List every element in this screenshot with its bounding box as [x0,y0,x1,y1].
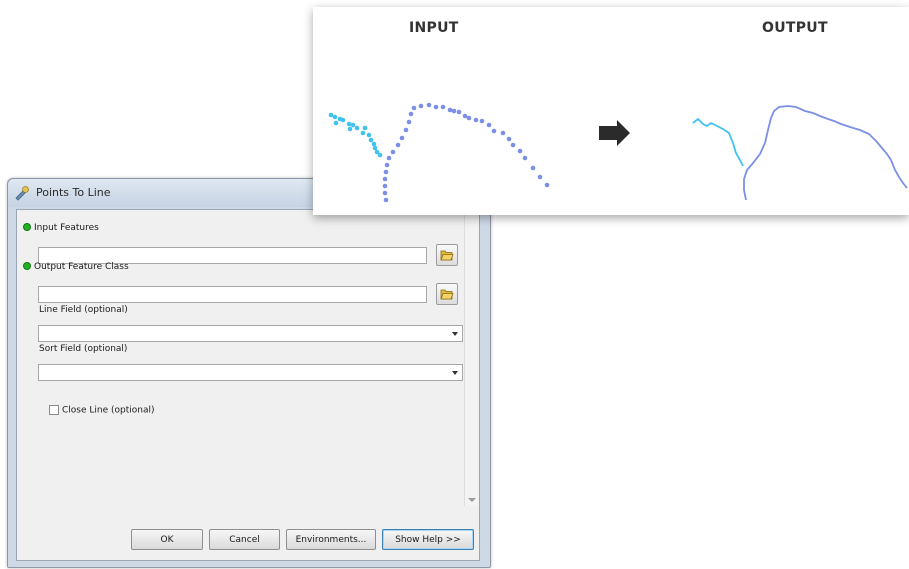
cancel-button[interactable]: Cancel [209,529,280,550]
input-points-blue [382,102,550,203]
output-line-blue [743,105,908,201]
points-to-line-dialog: Points To Line Input Features Output Fea… [7,178,491,568]
right-arrow-icon [599,120,630,146]
open-folder-icon [440,289,454,300]
vertical-scrollbar[interactable] [464,210,479,506]
input-features-label: Input Features [23,222,99,233]
required-indicator-icon [23,222,31,231]
diagram-canvas [328,102,908,203]
chevron-down-icon [452,371,458,375]
line-field-dropdown[interactable] [38,325,463,342]
sort-field-dropdown[interactable] [38,364,463,381]
chevron-down-icon [452,332,458,336]
output-feature-class-field[interactable] [38,286,427,303]
dialog-client-area: Input Features Output Feature Class Line… [16,209,480,561]
line-field-label: Line Field (optional) [39,305,128,315]
ok-button[interactable]: OK [131,529,203,550]
dialog-title: Points To Line [36,186,111,199]
show-help-button[interactable]: Show Help >> [382,529,474,550]
toolbox-tool-icon [15,186,29,201]
environments-button[interactable]: Environments... [286,529,376,550]
output-feature-class-browse-button[interactable] [436,283,458,305]
required-indicator-icon [23,261,31,270]
output-feature-class-label: Output Feature Class [23,261,129,272]
output-line-cyan [692,117,744,167]
close-line-option[interactable]: Close Line (optional) [49,405,155,416]
input-features-browse-button[interactable] [436,244,458,266]
scroll-down-arrow-icon[interactable] [468,498,476,502]
sort-field-label: Sort Field (optional) [39,344,128,354]
close-line-label: Close Line (optional) [62,405,155,416]
open-folder-icon [440,250,454,261]
input-points-cyan [328,112,383,158]
points-to-line-diagram: INPUT OUTPUT [313,7,909,215]
close-line-checkbox[interactable] [49,405,59,415]
